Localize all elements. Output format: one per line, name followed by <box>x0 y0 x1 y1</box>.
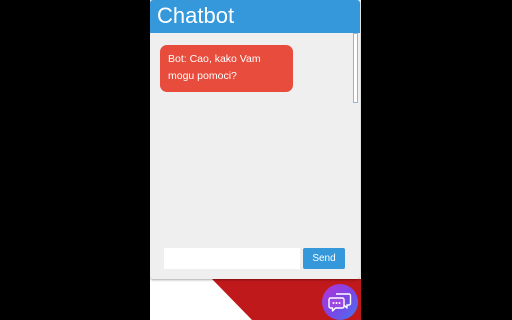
message-list: Bot: Cao, kako Vam mogu pomoci? <box>150 33 360 238</box>
chat-bubbles-icon <box>328 293 352 312</box>
input-area: Send <box>150 240 360 279</box>
chat-window: Chatbot Bot: Cao, kako Vam mogu pomoci? … <box>150 0 360 279</box>
host-page: Chatbot Bot: Cao, kako Vam mogu pomoci? … <box>150 0 361 320</box>
chat-launcher-button[interactable] <box>322 284 358 320</box>
chat-title: Chatbot <box>157 3 235 28</box>
chat-header: Chatbot <box>150 0 360 33</box>
message-scrollbar[interactable] <box>353 33 358 103</box>
bot-message: Bot: Cao, kako Vam mogu pomoci? <box>160 45 293 92</box>
message-input[interactable] <box>164 248 300 269</box>
send-button[interactable]: Send <box>303 248 345 269</box>
